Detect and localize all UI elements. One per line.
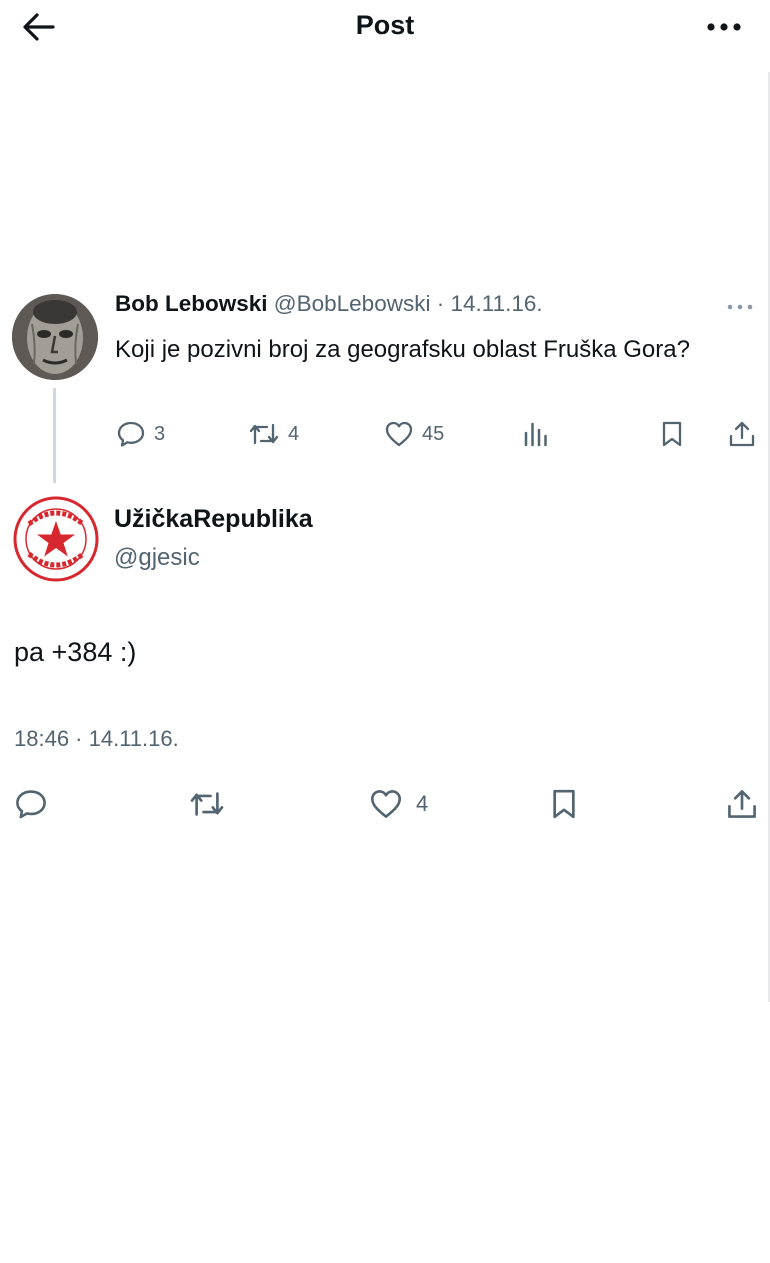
retweet-icon <box>249 423 279 445</box>
reply-button[interactable]: 3 <box>116 416 165 452</box>
like-count: 45 <box>422 422 445 445</box>
tweet-date[interactable]: 14.11.16. <box>451 291 543 316</box>
top-bar: Post <box>0 0 770 58</box>
tweet-text: Koji je pozivni broj za geografsku oblas… <box>115 336 690 363</box>
username-handle[interactable]: @BobLebowski <box>274 291 431 316</box>
tweet-timestamp[interactable]: 18:46 · 14.11.16. <box>14 726 179 752</box>
parent-tweet[interactable]: Bob Lebowski @BobLebowski · 14.11.16. Ko… <box>0 288 770 483</box>
heart-icon <box>385 421 413 447</box>
more-horizontal-icon <box>707 23 741 31</box>
retweet-button[interactable]: 4 <box>248 416 299 452</box>
tweet-text: pa +384 :) <box>14 637 137 667</box>
display-name[interactable]: UžičkaRepublika <box>114 505 313 534</box>
retweet-button[interactable] <box>188 784 226 824</box>
reply-bubble-icon <box>16 790 46 819</box>
display-name[interactable]: Bob Lebowski <box>115 291 268 316</box>
reply-bubble-icon <box>117 421 145 447</box>
reply-button[interactable] <box>14 784 48 824</box>
like-button[interactable]: 4 <box>368 784 428 824</box>
retweet-count: 4 <box>288 422 300 445</box>
tweet-action-bar: 4 <box>0 784 770 824</box>
analytics-button[interactable] <box>522 416 550 452</box>
retweet-icon <box>190 792 224 816</box>
tweet-action-bar: 3 4 45 <box>112 416 762 452</box>
like-button[interactable]: 45 <box>384 416 444 452</box>
bookmark-button[interactable] <box>550 784 578 824</box>
reply-count: 3 <box>154 422 166 445</box>
tweet-header: Bob Lebowski @BobLebowski · 14.11.16. <box>115 291 543 317</box>
share-button[interactable] <box>728 416 756 452</box>
thread-connector-line <box>53 388 56 483</box>
more-horizontal-icon <box>727 304 753 310</box>
bookmark-button[interactable] <box>660 416 684 452</box>
bookmark-icon <box>553 789 575 819</box>
heart-icon <box>370 790 402 818</box>
share-icon <box>728 790 756 818</box>
bookmark-icon <box>662 421 682 447</box>
share-button[interactable] <box>726 784 758 824</box>
page-title: Post <box>355 10 415 40</box>
tweet-more-button[interactable] <box>724 296 756 318</box>
share-icon <box>729 421 755 447</box>
more-options-button[interactable] <box>702 8 746 46</box>
separator-dot: · <box>436 291 445 316</box>
username-handle[interactable]: @gjesic <box>114 544 200 572</box>
avatar[interactable] <box>12 294 98 380</box>
avatar[interactable] <box>11 494 101 584</box>
analytics-bars-icon <box>524 422 547 447</box>
like-count: 4 <box>416 791 429 816</box>
